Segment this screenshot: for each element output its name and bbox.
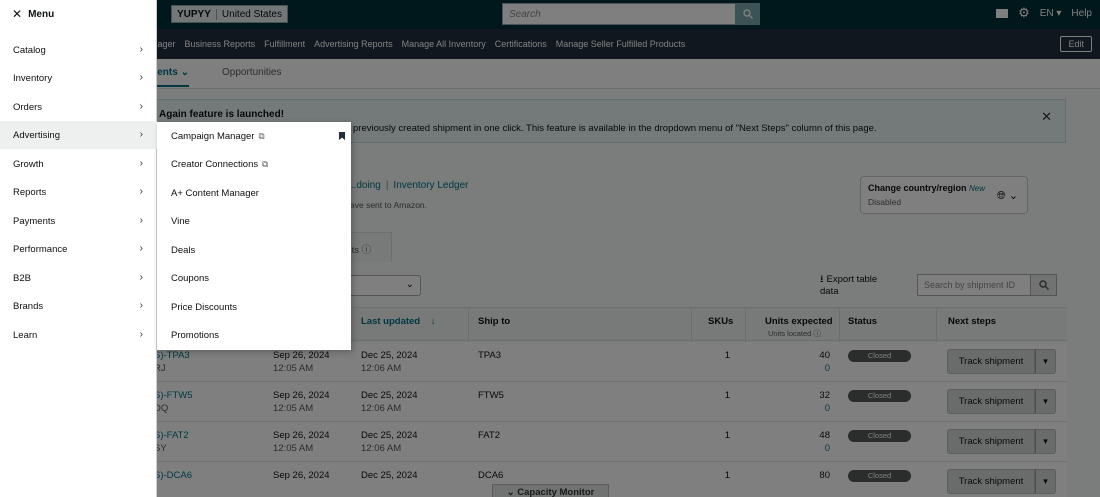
menu-item-label: Orders: [13, 101, 43, 113]
menu-item-growth[interactable]: Growth ›: [0, 150, 157, 178]
menu-item-label: Reports: [13, 186, 47, 198]
submenu-item-label: A+ Content Manager: [171, 187, 259, 199]
menu-item-label: Catalog: [13, 44, 46, 56]
menu-item-brands[interactable]: Brands ›: [0, 292, 157, 320]
menu-title: Menu: [28, 8, 55, 20]
submenu-item-creator-connections[interactable]: Creator Connections ⧉: [157, 150, 351, 178]
menu-item-learn[interactable]: Learn ›: [0, 321, 157, 349]
submenu-item-vine[interactable]: Vine: [157, 207, 351, 235]
chevron-right-icon: ›: [139, 300, 143, 311]
submenu-item-label: Vine: [171, 215, 190, 227]
menu-item-label: Performance: [13, 243, 68, 255]
side-menu: ✕ Menu Catalog › Inventory › Orders › Adver…: [0, 0, 157, 497]
menu-item-reports[interactable]: Reports ›: [0, 178, 157, 206]
menu-item-b2b[interactable]: B2B ›: [0, 264, 157, 292]
submenu-item-label: Deals: [171, 244, 196, 256]
menu-item-label: Brands: [13, 300, 44, 312]
submenu-item-label: Coupons: [171, 272, 210, 284]
submenu-item-label: Price Discounts: [171, 301, 237, 313]
bookmark-icon[interactable]: [339, 132, 345, 140]
menu-item-label: Growth: [13, 158, 44, 170]
menu-item-label: Learn: [13, 329, 38, 341]
submenu-item-label: Creator Connections: [171, 158, 259, 170]
submenu-item-price-discounts[interactable]: Price Discounts: [157, 293, 351, 321]
chevron-right-icon: ›: [139, 129, 143, 140]
submenu-item-label: Promotions: [171, 329, 220, 341]
submenu-item-a-plus-content-manager[interactable]: A+ Content Manager: [157, 179, 351, 207]
advertising-submenu: Campaign Manager ⧉ Creator Connections ⧉ A…: [157, 122, 351, 350]
chevron-right-icon: ›: [139, 72, 143, 83]
submenu-item-promotions[interactable]: Promotions: [157, 321, 351, 349]
menu-item-label: Payments: [13, 215, 56, 227]
submenu-item-campaign-manager[interactable]: Campaign Manager ⧉: [157, 122, 351, 150]
chevron-right-icon: ›: [139, 158, 143, 169]
chevron-right-icon: ›: [139, 215, 143, 226]
external-link-icon: ⧉: [258, 130, 265, 141]
menu-item-advertising[interactable]: Advertising ›: [0, 121, 157, 149]
menu-item-orders[interactable]: Orders ›: [0, 93, 157, 121]
menu-item-inventory[interactable]: Inventory ›: [0, 64, 157, 92]
menu-header: ✕ Menu: [12, 8, 54, 20]
chevron-right-icon: ›: [139, 186, 143, 197]
chevron-right-icon: ›: [139, 272, 143, 283]
chevron-right-icon: ›: [139, 243, 143, 254]
close-icon[interactable]: ✕: [12, 8, 22, 20]
external-link-icon: ⧉: [262, 158, 269, 169]
menu-item-label: Advertising: [13, 129, 60, 141]
submenu-item-deals[interactable]: Deals: [157, 236, 351, 264]
menu-item-label: Inventory: [13, 72, 53, 84]
menu-item-catalog[interactable]: Catalog ›: [0, 36, 157, 64]
menu-item-label: B2B: [13, 272, 31, 284]
menu-item-payments[interactable]: Payments ›: [0, 207, 157, 235]
chevron-right-icon: ›: [139, 44, 143, 55]
chevron-right-icon: ›: [139, 329, 143, 340]
menu-item-performance[interactable]: Performance ›: [0, 235, 157, 263]
submenu-item-coupons[interactable]: Coupons: [157, 264, 351, 292]
submenu-item-label: Campaign Manager: [171, 130, 255, 142]
chevron-right-icon: ›: [139, 101, 143, 112]
